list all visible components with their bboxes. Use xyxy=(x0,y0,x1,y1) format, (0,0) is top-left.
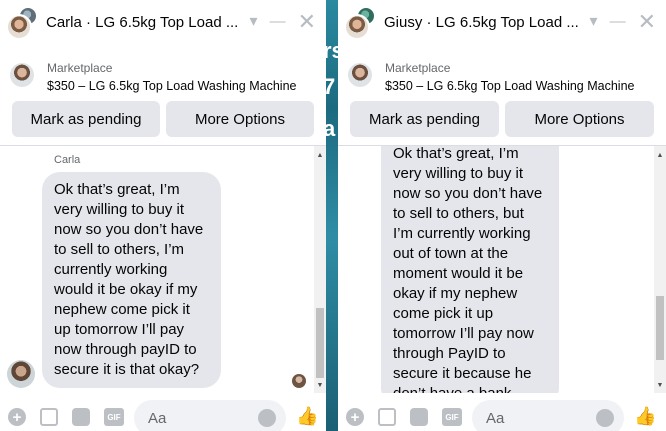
gif-icon[interactable]: GIF xyxy=(104,408,124,426)
message-text: Ok that’s great, I’m very willing to buy… xyxy=(54,181,204,378)
sender-name: Carla xyxy=(54,154,81,166)
chat-title[interactable]: Carla · LG 6.5kg Top Load ... xyxy=(46,14,238,31)
message-input-placeholder: Aa xyxy=(148,410,167,427)
photo-icon[interactable] xyxy=(40,408,58,426)
more-options-button[interactable]: More Options xyxy=(505,101,654,137)
background-text: 7 xyxy=(326,74,336,99)
like-icon[interactable]: 👍 xyxy=(634,406,656,426)
minimize-icon[interactable]: — xyxy=(610,12,626,32)
chat-header[interactable]: Giusy · LG 6.5kg Top Load ... ▾ — ✕ xyxy=(338,0,666,48)
marketplace-listing[interactable]: Marketplace $350 – LG 6.5kg Top Load Was… xyxy=(8,56,318,96)
background-text: a xyxy=(326,116,336,141)
photo-icon[interactable] xyxy=(378,408,396,426)
scrollbar[interactable]: ▲ ▼ xyxy=(654,146,666,393)
header-controls: ▾ — ✕ xyxy=(590,11,656,33)
action-buttons: Mark as pending More Options xyxy=(350,101,654,137)
marketplace-label: Marketplace xyxy=(385,61,451,75)
composer-bar: + GIF Aa 👍 xyxy=(338,393,666,431)
message-bubble: Ok that’s great, I’m very willing to buy… xyxy=(42,172,221,388)
marketplace-listing[interactable]: Marketplace $350 – LG 6.5kg Top Load Was… xyxy=(346,56,658,96)
background-page: rs 7 a xyxy=(326,0,338,431)
listing-title[interactable]: $350 – LG 6.5kg Top Load Washing Machine xyxy=(47,79,296,93)
more-options-button[interactable]: More Options xyxy=(166,101,314,137)
listing-thumbnail xyxy=(348,63,372,87)
message-list: Ok that’s great, I’m very willing to buy… xyxy=(338,146,654,393)
scroll-down-icon[interactable]: ▼ xyxy=(314,379,326,391)
chat-window-giusy: Giusy · LG 6.5kg Top Load ... ▾ — ✕ Mark… xyxy=(338,0,666,431)
avatar[interactable] xyxy=(6,6,40,40)
chat-header[interactable]: Carla · LG 6.5kg Top Load ... ▾ — ✕ xyxy=(0,0,326,48)
chat-title[interactable]: Giusy · LG 6.5kg Top Load ... xyxy=(384,14,579,31)
scrollbar-thumb[interactable] xyxy=(656,296,664,360)
background-text: rs xyxy=(326,38,338,63)
avatar[interactable] xyxy=(344,6,378,40)
message-list: Carla Ok that’s great, I’m very willing … xyxy=(0,146,314,393)
chevron-down-icon[interactable]: ▾ xyxy=(590,12,598,32)
close-icon[interactable]: ✕ xyxy=(638,11,656,33)
action-buttons: Mark as pending More Options xyxy=(12,101,314,137)
like-icon[interactable]: 👍 xyxy=(296,406,318,426)
composer-bar: + GIF Aa 👍 xyxy=(0,393,326,431)
listing-title[interactable]: $350 – LG 6.5kg Top Load Washing Machine xyxy=(385,79,634,93)
chevron-down-icon[interactable]: ▾ xyxy=(250,12,258,32)
chat-window-carla: Carla · LG 6.5kg Top Load ... ▾ — ✕ Mark… xyxy=(0,0,326,431)
scroll-down-icon[interactable]: ▼ xyxy=(654,379,666,391)
read-receipt-avatar xyxy=(292,374,306,388)
message-input[interactable]: Aa xyxy=(134,400,286,431)
emoji-icon[interactable] xyxy=(258,409,276,427)
emoji-icon[interactable] xyxy=(596,409,614,427)
close-icon[interactable]: ✕ xyxy=(298,11,316,33)
user-avatar xyxy=(344,14,370,40)
message-input[interactable]: Aa xyxy=(472,400,624,431)
sender-avatar[interactable] xyxy=(7,360,35,388)
scroll-up-icon[interactable]: ▲ xyxy=(654,149,666,161)
minimize-icon[interactable]: — xyxy=(270,12,286,32)
listing-thumbnail xyxy=(10,63,34,87)
sticker-icon[interactable] xyxy=(72,408,90,426)
message-text: Ok that’s great, I’m very willing to buy… xyxy=(393,146,543,393)
scrollbar-thumb[interactable] xyxy=(316,308,324,378)
marketplace-label: Marketplace xyxy=(47,61,113,75)
sticker-icon[interactable] xyxy=(410,408,428,426)
scrollbar[interactable]: ▲ ▼ xyxy=(314,146,326,393)
message-bubble: Ok that’s great, I’m very willing to buy… xyxy=(381,146,559,393)
mark-as-pending-button[interactable]: Mark as pending xyxy=(350,101,499,137)
mark-as-pending-button[interactable]: Mark as pending xyxy=(12,101,160,137)
message-input-placeholder: Aa xyxy=(486,410,505,427)
header-controls: ▾ — ✕ xyxy=(250,11,316,33)
plus-icon[interactable]: + xyxy=(8,408,26,426)
user-avatar xyxy=(6,14,32,40)
scroll-up-icon[interactable]: ▲ xyxy=(314,149,326,161)
plus-icon[interactable]: + xyxy=(346,408,364,426)
gif-icon[interactable]: GIF xyxy=(442,408,462,426)
